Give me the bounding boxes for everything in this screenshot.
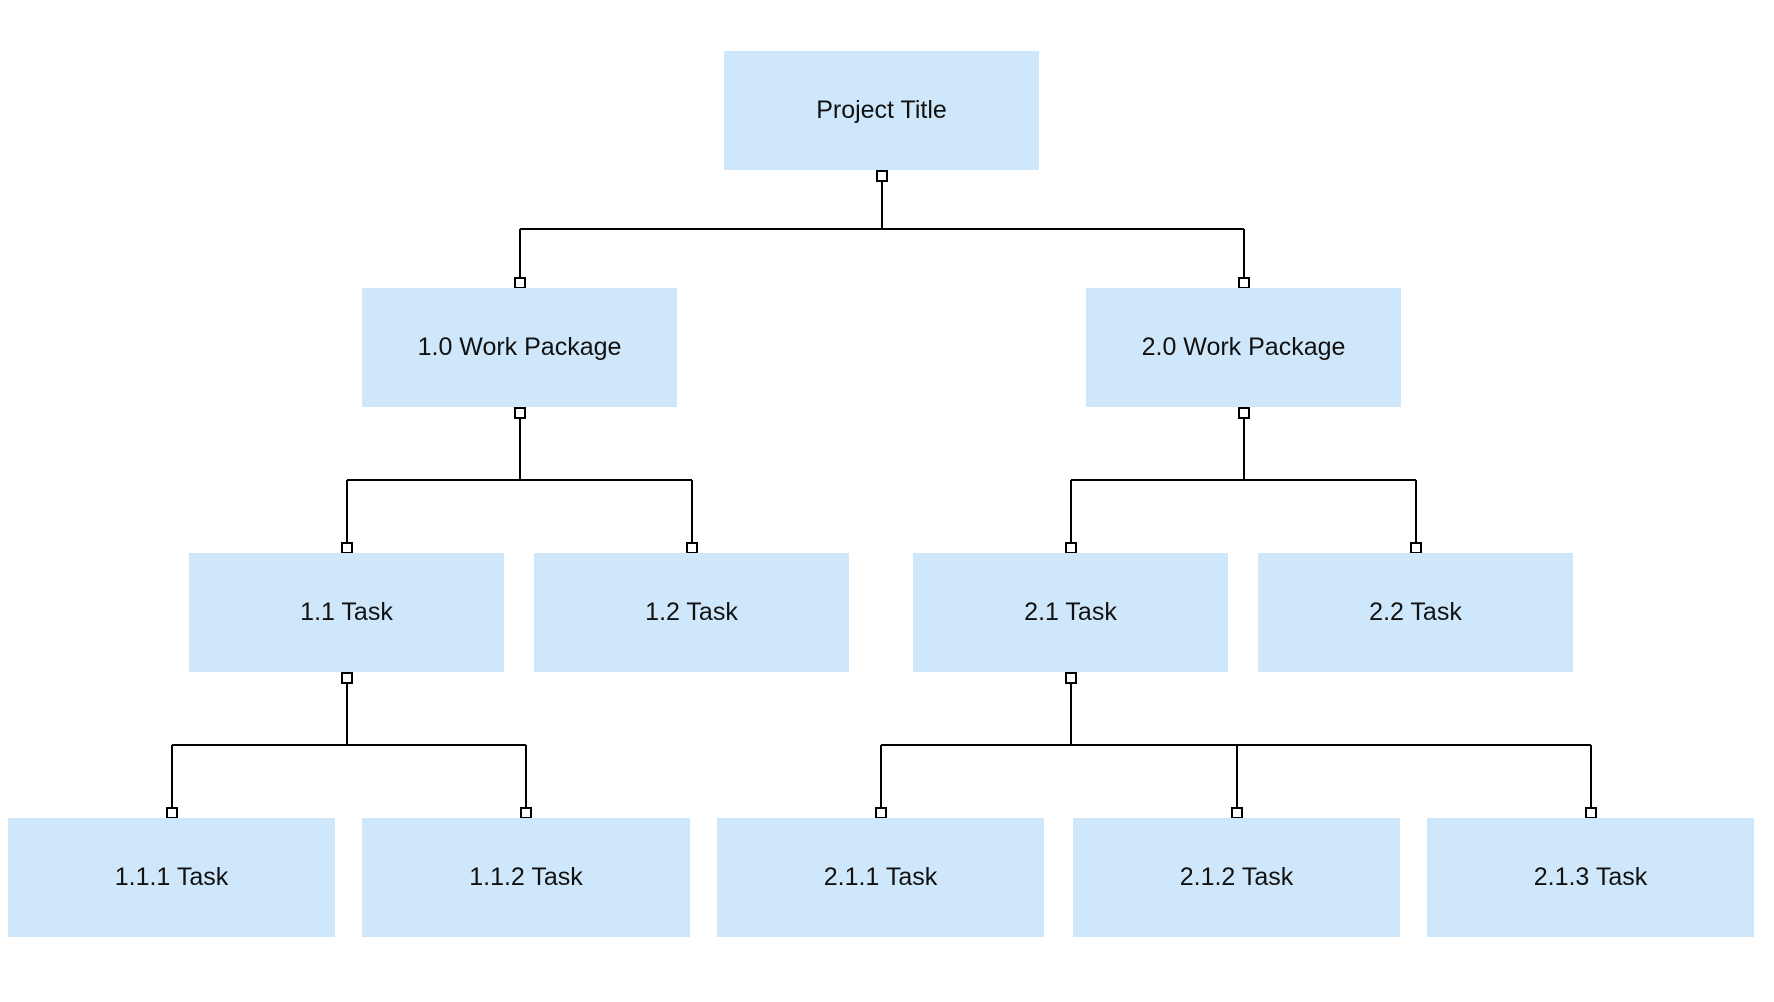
wbs-node-root[interactable]: Project Title: [724, 51, 1039, 170]
wbs-diagram-canvas: Project Title 1.0 Work Package 2.0 Work Pa…: [0, 0, 1774, 1002]
connector-port-in-t211[interactable]: [875, 807, 887, 819]
wbs-node-t213[interactable]: 2.1.3 Task: [1427, 818, 1754, 937]
connector-port-out-root[interactable]: [876, 170, 888, 182]
wbs-node-t211[interactable]: 2.1.1 Task: [717, 818, 1044, 937]
wbs-node-label: 2.1.1 Task: [823, 863, 938, 891]
connector-port-in-t112[interactable]: [520, 807, 532, 819]
connector-port-in-wp1[interactable]: [514, 277, 526, 289]
wbs-node-label: 2.1.3 Task: [1533, 863, 1648, 891]
connector-port-in-t111[interactable]: [166, 807, 178, 819]
wbs-node-label: 2.1.2 Task: [1179, 863, 1294, 891]
connector-port-out-t21[interactable]: [1065, 672, 1077, 684]
wbs-node-label: 1.0 Work Package: [417, 333, 622, 361]
connector-port-in-t12[interactable]: [686, 542, 698, 554]
wbs-node-wp2[interactable]: 2.0 Work Package: [1086, 288, 1401, 407]
wbs-node-wp1[interactable]: 1.0 Work Package: [362, 288, 677, 407]
wbs-node-t212[interactable]: 2.1.2 Task: [1073, 818, 1400, 937]
wbs-node-label: 1.2 Task: [645, 598, 738, 626]
wbs-node-label: 2.1 Task: [1024, 598, 1117, 626]
connector-port-in-t11[interactable]: [341, 542, 353, 554]
connector-port-in-t213[interactable]: [1585, 807, 1597, 819]
wbs-node-t11[interactable]: 1.1 Task: [189, 553, 504, 672]
wbs-node-t21[interactable]: 2.1 Task: [913, 553, 1228, 672]
wbs-node-t111[interactable]: 1.1.1 Task: [8, 818, 335, 937]
connector-port-out-wp1[interactable]: [514, 407, 526, 419]
connector-port-in-t22[interactable]: [1410, 542, 1422, 554]
wbs-node-label: 1.1.2 Task: [469, 863, 583, 891]
connector-port-in-t21[interactable]: [1065, 542, 1077, 554]
wbs-node-label: 1.1.1 Task: [114, 863, 229, 891]
wbs-node-label: 1.1 Task: [300, 598, 393, 626]
connector-port-out-wp2[interactable]: [1238, 407, 1250, 419]
wbs-node-t112[interactable]: 1.1.2 Task: [362, 818, 690, 937]
wbs-node-label: Project Title: [816, 96, 947, 124]
wbs-node-t22[interactable]: 2.2 Task: [1258, 553, 1573, 672]
connector-port-out-t11[interactable]: [341, 672, 353, 684]
connector-port-in-wp2[interactable]: [1238, 277, 1250, 289]
wbs-node-t12[interactable]: 1.2 Task: [534, 553, 849, 672]
connector-port-in-t212[interactable]: [1231, 807, 1243, 819]
wbs-node-label: 2.2 Task: [1369, 598, 1462, 626]
wbs-node-label: 2.0 Work Package: [1141, 333, 1346, 361]
